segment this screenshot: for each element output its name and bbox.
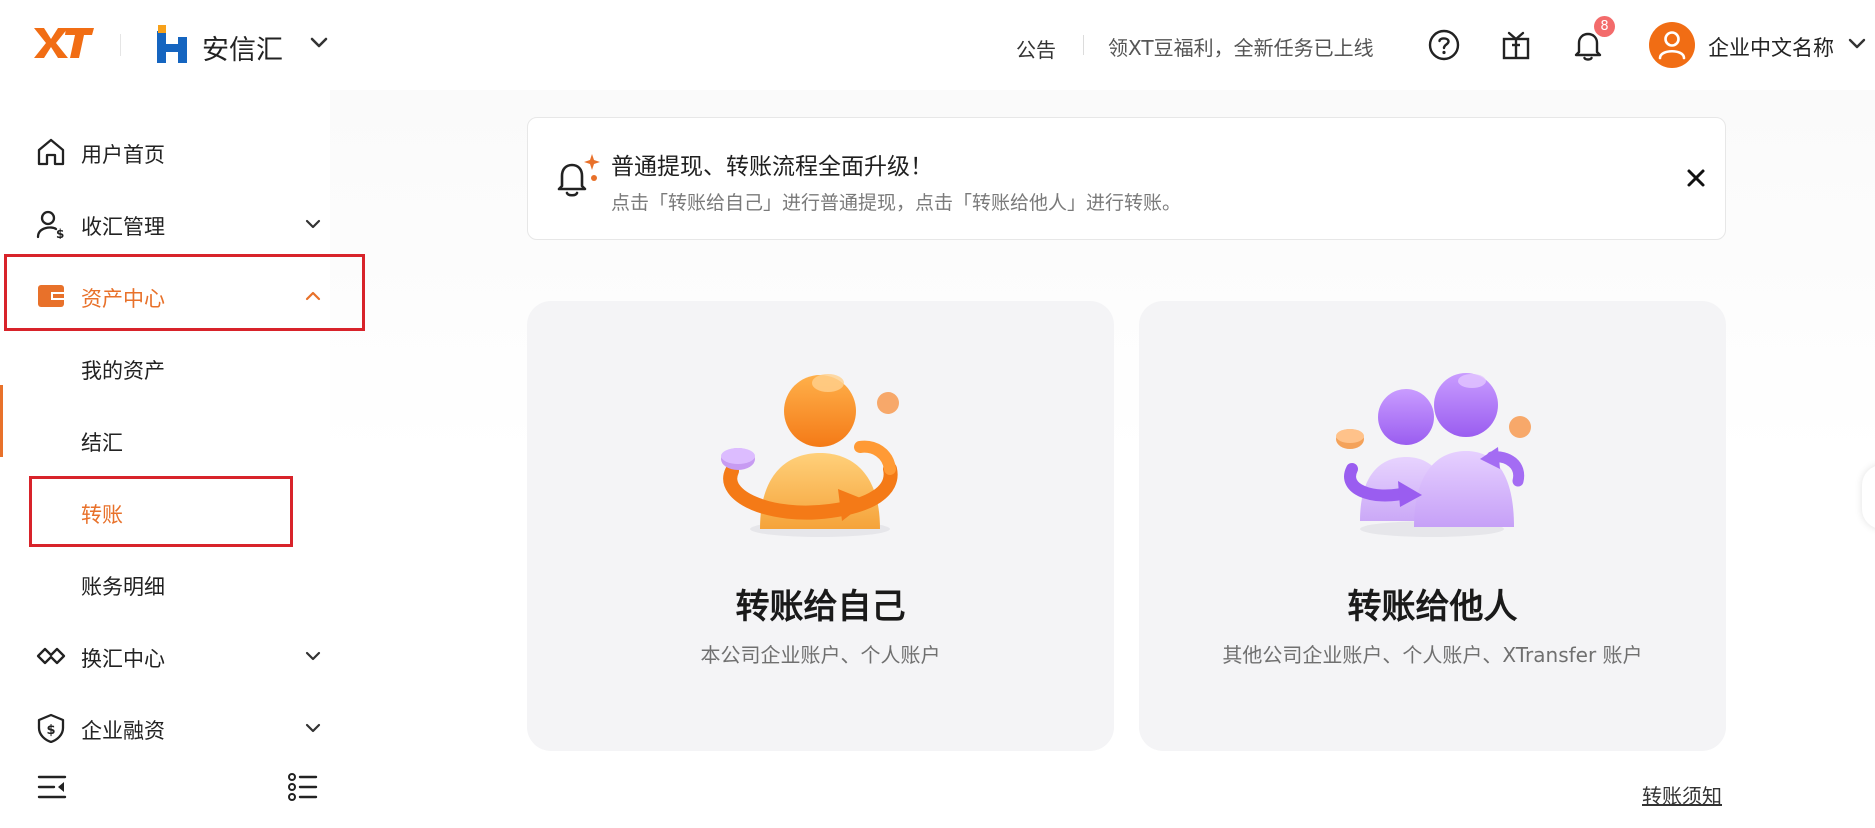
banner-description: 点击「转账给自己」进行普通提现，点击「转账给他人」进行转账。 [611,192,1182,214]
user-dollar-icon: $ [36,210,64,239]
sidebar-item-label: 转账 [81,503,123,527]
transfer-to-self-card[interactable]: 转账给自己 本公司企业账户、个人账户 [527,301,1114,751]
question-circle-icon[interactable] [1427,28,1461,62]
sidebar-subitem-account-details[interactable]: 账务明细 [0,547,330,619]
sidebar-item-label: 用户首页 [81,143,165,167]
transfer-notice-link[interactable]: 转账须知 [1642,780,1722,809]
home-icon [37,138,65,166]
svg-text:$: $ [56,227,64,239]
top-header: 安信汇 公告 领XT豆福利，全新任务已上线 8 企业中文名称 [0,0,1875,90]
xt-logo[interactable] [32,26,94,60]
promo-link[interactable]: 领XT豆福利，全新任务已上线 [1108,32,1374,61]
transfer-others-illustration-icon [1336,373,1531,537]
card-subtitle: 本公司企业账户、个人账户 [700,643,941,667]
active-indicator [0,385,3,457]
announcement-link[interactable]: 公告 [1016,34,1056,63]
sidebar-subitem-my-assets[interactable]: 我的资产 [0,331,330,403]
sidebar-item-financing[interactable]: $ 企业融资 [0,691,330,763]
avatar[interactable] [1649,22,1695,68]
svg-text:$: $ [47,723,56,738]
announcement-banner: 普通提现、转账流程全面升级！ 点击「转账给自己」进行普通提现，点击「转账给他人」… [527,117,1726,240]
list-icon[interactable] [286,772,318,802]
sidebar-item-label: 收汇管理 [81,215,165,239]
chevron-up-icon [305,291,321,301]
company-name[interactable]: 企业中文名称 [1708,32,1834,62]
wallet-icon [38,285,64,307]
bell-sparkle-icon [557,154,600,197]
sidebar-item-label: 结汇 [81,431,123,455]
shield-dollar-icon: $ [37,713,65,743]
chevron-down-icon [305,219,321,229]
notification-badge: 8 [1594,16,1615,37]
sidebar-item-exchange-center[interactable]: 换汇中心 [0,619,330,691]
side-panel-handle[interactable] [1862,465,1875,529]
sidebar-item-label: 资产中心 [81,287,165,311]
exchange-icon [36,647,66,665]
header-divider [120,34,121,56]
chevron-down-icon[interactable] [1847,36,1867,52]
chevron-down-icon [305,651,321,661]
user-icon [1658,31,1686,60]
chevron-down-icon [305,723,321,733]
brand-name[interactable]: 安信汇 [202,28,283,67]
transfer-to-others-card[interactable]: 转账给他人 其他公司企业账户、个人账户、XTransfer 账户 [1139,301,1726,751]
header-divider [1083,35,1084,55]
chevron-down-icon[interactable] [308,34,330,52]
sidebar-subitem-settlement[interactable]: 结汇 [0,403,330,475]
sidebar-item-label: 我的资产 [81,359,165,383]
sidebar-item-label: 账务明细 [81,575,165,599]
transfer-self-illustration-icon [721,374,899,537]
card-title: 转账给他人 [1347,587,1518,627]
sidebar-item-receipts[interactable]: $ 收汇管理 [0,187,330,259]
sidebar: 用户首页 $ 收汇管理 资产中心 我的资产 结汇 转账 账务明细 换汇中心 $ … [0,90,330,828]
sidebar-item-asset-center[interactable]: 资产中心 [0,259,330,331]
banner-title: 普通提现、转账流程全面升级！ [611,154,933,180]
collapse-sidebar-icon[interactable] [36,772,68,802]
card-subtitle: 其他公司企业账户、个人账户、XTransfer 账户 [1222,643,1643,667]
sidebar-subitem-transfer[interactable]: 转账 [0,475,330,547]
sidebar-item-label: 换汇中心 [81,647,165,671]
sidebar-item-home[interactable]: 用户首页 [0,115,330,187]
gift-icon[interactable] [1499,28,1533,62]
close-icon[interactable] [1681,163,1711,193]
card-title: 转账给自己 [735,587,906,627]
sidebar-item-label: 企业融资 [81,719,165,743]
brand-logo[interactable] [155,25,189,63]
